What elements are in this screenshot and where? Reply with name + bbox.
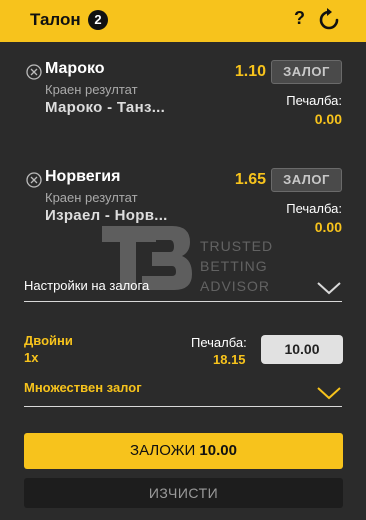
doubles-win-label: Печалба: xyxy=(191,335,247,350)
betslip-header: Талон 2 ? xyxy=(0,0,366,42)
refresh-icon[interactable] xyxy=(318,7,340,31)
bet-selection: Мароко Краен резултат Мароко - Танз... 1… xyxy=(0,60,366,150)
remove-selection-icon[interactable] xyxy=(26,172,42,188)
market-name: Краен резултат xyxy=(45,190,138,205)
selection-name: Норвегия xyxy=(45,168,121,185)
place-bet-amount: 10.00 xyxy=(199,442,237,459)
doubles-label: Двойни xyxy=(24,333,73,348)
potential-win-label: Печалба: xyxy=(286,201,342,216)
potential-win-value: 0.00 xyxy=(314,111,342,127)
event-name: Мароко - Танз... xyxy=(45,99,166,116)
stake-input[interactable]: ЗАЛОГ xyxy=(271,168,342,192)
market-name: Краен резултат xyxy=(45,82,138,97)
potential-win-value: 0.00 xyxy=(314,219,342,235)
clear-betslip-button[interactable]: ИЗЧИСТИ xyxy=(24,478,343,508)
watermark-text: BETTING xyxy=(200,258,268,274)
selection-odds: 1.65 xyxy=(234,171,266,188)
stake-input[interactable]: ЗАЛОГ xyxy=(271,60,342,84)
place-bet-button[interactable]: ЗАЛОЖИ 10.00 xyxy=(24,433,343,469)
bet-settings-toggle[interactable]: Настройки на залога xyxy=(24,276,342,302)
multiple-bet-label: Множествен залог xyxy=(24,380,142,395)
help-icon[interactable]: ? xyxy=(294,8,305,29)
potential-win-label: Печалба: xyxy=(286,93,342,108)
selection-name: Мароко xyxy=(45,60,105,77)
place-bet-label: ЗАЛОЖИ xyxy=(130,442,196,459)
doubles-win-value: 18.15 xyxy=(213,352,246,367)
bet-settings-label: Настройки на залога xyxy=(24,278,150,293)
remove-selection-icon[interactable] xyxy=(26,64,42,80)
doubles-multiplier: 1x xyxy=(24,350,39,365)
betslip-title: Талон xyxy=(30,10,81,29)
selection-odds: 1.10 xyxy=(234,63,266,80)
multiple-bet-toggle[interactable]: Множествен залог xyxy=(24,379,342,407)
doubles-stake-input[interactable]: 10.00 xyxy=(261,335,343,364)
selection-count-badge: 2 xyxy=(88,10,108,30)
chevron-down-icon xyxy=(317,387,341,400)
watermark-text: TRUSTED xyxy=(200,238,274,254)
chevron-down-icon xyxy=(317,282,341,295)
